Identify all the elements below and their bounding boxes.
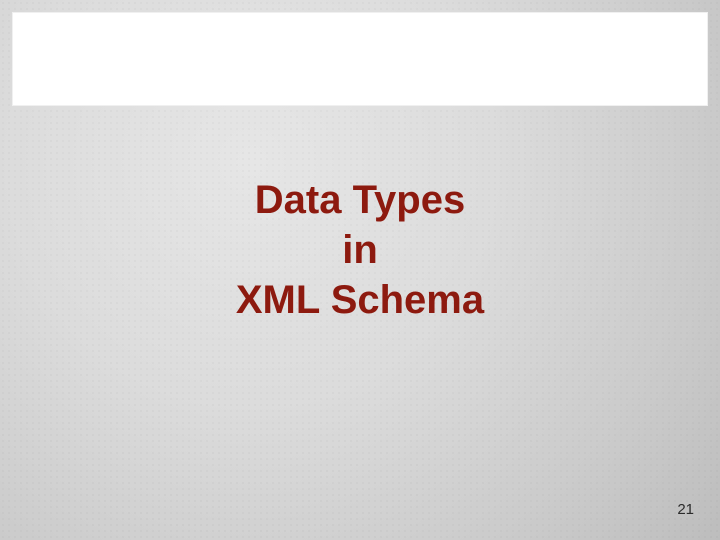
slide: Data Types in XML Schema 21 [0, 0, 720, 540]
header-placeholder [12, 12, 708, 106]
title-line-3: XML Schema [0, 275, 720, 325]
slide-title: Data Types in XML Schema [0, 175, 720, 325]
page-number: 21 [677, 501, 694, 518]
title-line-1: Data Types [0, 175, 720, 225]
title-line-2: in [0, 225, 720, 275]
